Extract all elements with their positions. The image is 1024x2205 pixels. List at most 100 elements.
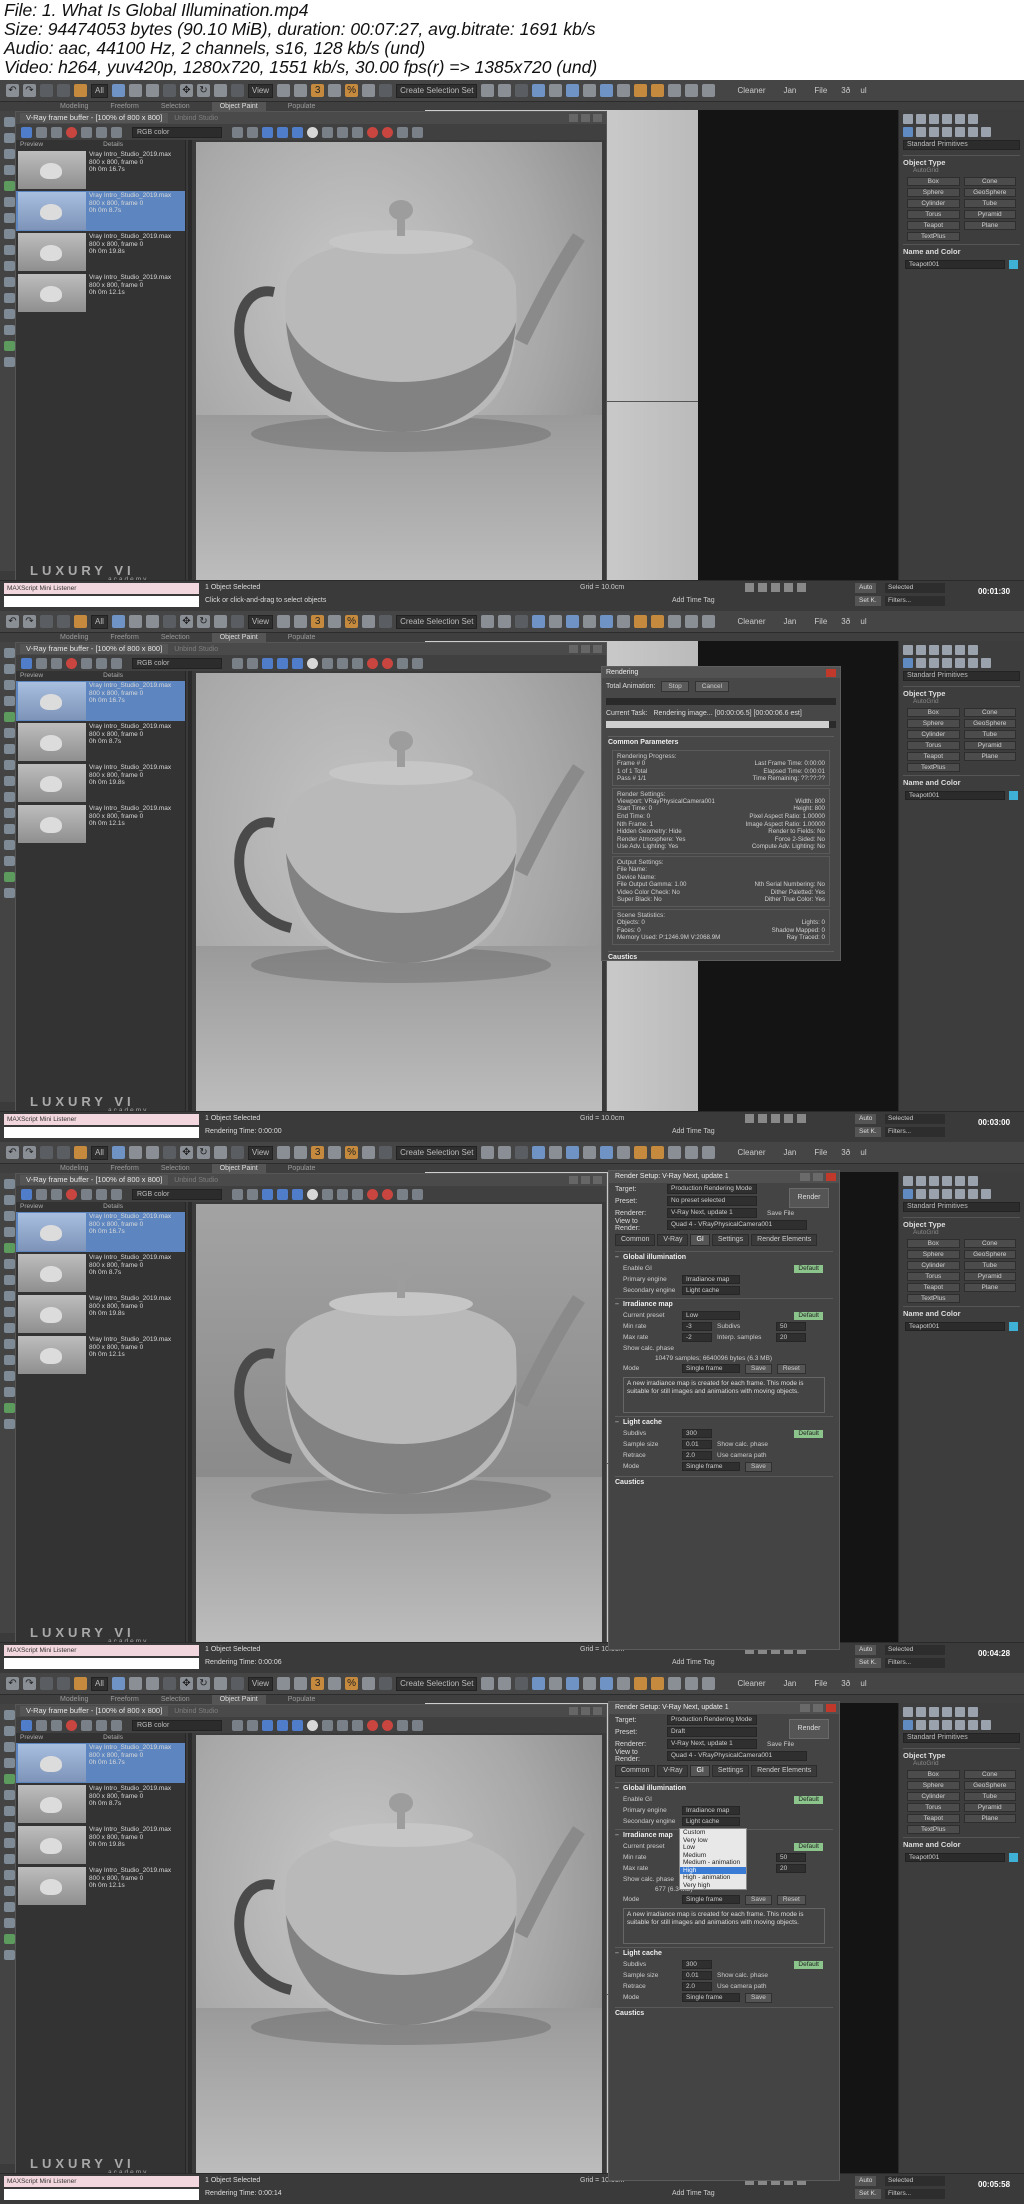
primitive-geosphere-button[interactable]: GeoSphere	[963, 1250, 1016, 1259]
display-icon[interactable]	[3, 1243, 15, 1253]
primitive-box-button[interactable]: Box	[907, 708, 960, 717]
percent-snap-icon[interactable]: %	[345, 615, 359, 628]
primitive-box-button[interactable]: Box	[907, 1239, 960, 1248]
stop-render-icon[interactable]	[367, 657, 378, 669]
geometry-icon[interactable]	[903, 658, 913, 668]
primitive-torus-button[interactable]: Torus	[907, 741, 960, 750]
vray-toolbar-icon-1[interactable]	[668, 1677, 682, 1690]
edit-named-selection-icon[interactable]	[379, 1677, 393, 1690]
angle-snap-icon[interactable]	[328, 1146, 342, 1159]
lights-cat-icon[interactable]	[929, 1720, 939, 1730]
channel-icon-2[interactable]	[247, 657, 258, 669]
maxscript-listener[interactable]: MAXScript Mini Listener	[4, 583, 199, 594]
interp-samples-spinner[interactable]: 20	[776, 1864, 806, 1873]
maxscript-listener-output[interactable]	[4, 596, 199, 607]
unlink-icon[interactable]	[57, 1677, 70, 1690]
maxscript-listener-output[interactable]	[4, 2189, 199, 2200]
align-icon[interactable]	[498, 615, 512, 628]
render-iterative-icon[interactable]	[651, 1677, 665, 1690]
vray-toolbar-icon-2[interactable]	[685, 1677, 699, 1690]
toggle-ribbon-icon[interactable]	[532, 615, 546, 628]
create-tab-icon[interactable]	[903, 114, 913, 124]
red-channel-icon[interactable]	[66, 1188, 77, 1200]
mono-icon[interactable]	[322, 1188, 333, 1200]
selection-filter-dropdown[interactable]: All	[91, 83, 108, 98]
mirror-icon[interactable]	[481, 1146, 495, 1159]
subdivs-spinner[interactable]: 50	[776, 1322, 806, 1331]
maxscript-listener[interactable]: MAXScript Mini Listener	[4, 1645, 199, 1656]
systems-icon[interactable]	[981, 1189, 991, 1199]
primitive-plane-button[interactable]: Plane	[963, 752, 1016, 761]
max-rate-spinner[interactable]: -2	[682, 1333, 712, 1342]
close-icon[interactable]	[593, 645, 602, 653]
name-and-color-rollout[interactable]: Name and Color	[903, 1306, 1020, 1318]
play-icon[interactable]	[771, 1114, 780, 1123]
object-type-rollout[interactable]: Object Type	[903, 155, 1020, 167]
light-cache-title[interactable]: Light cache	[615, 1417, 833, 1428]
close-icon[interactable]	[593, 1176, 602, 1184]
channel-icon-1[interactable]	[232, 657, 243, 669]
ab-compare-icon[interactable]	[96, 657, 107, 669]
lens-effects-icon[interactable]	[111, 1719, 122, 1731]
undo-icon[interactable]: ↶	[6, 1146, 19, 1159]
history-item[interactable]: Vray Intro_Studio_2019.max 800 x 800, fra…	[16, 681, 185, 721]
vray-toolbar-icon-3[interactable]	[702, 1146, 716, 1159]
retrace-spinner[interactable]: 2.0	[682, 1982, 712, 1991]
bind-space-warp-icon[interactable]	[74, 84, 87, 97]
toggle-ribbon-icon[interactable]	[532, 1146, 546, 1159]
save-image-icon[interactable]	[36, 126, 47, 138]
filter-icon[interactable]	[3, 840, 15, 850]
primitive-pyramid-button[interactable]: Pyramid	[963, 1803, 1016, 1812]
tab-common[interactable]: Common	[615, 1234, 656, 1246]
link-icon[interactable]	[40, 1146, 53, 1159]
tab-v-ray[interactable]: V-Ray	[657, 1234, 689, 1246]
utilities-tab-icon[interactable]	[968, 645, 978, 655]
preset-option[interactable]: High	[680, 1866, 746, 1874]
hierarchy-icon[interactable]	[3, 149, 15, 159]
use-camera-path-checkbox[interactable]: Use camera path	[717, 1983, 771, 1990]
render-iterative-icon[interactable]	[651, 1146, 665, 1159]
primitive-pyramid-button[interactable]: Pyramid	[963, 741, 1016, 750]
renderer-dropdown[interactable]: V-Ray Next, update 1	[667, 1208, 757, 1218]
primitive-teapot-button[interactable]: Teapot	[907, 752, 960, 761]
preset-option[interactable]: Custom	[680, 1829, 746, 1837]
lc-show-calc-checkbox[interactable]: Show calc. phase	[717, 1441, 771, 1448]
secondary-engine-dropdown[interactable]: Light cache	[682, 1817, 740, 1826]
unlink-icon[interactable]	[57, 1146, 70, 1159]
render-production-icon[interactable]	[634, 1677, 648, 1690]
ribbon-tab-selection[interactable]: Selection	[161, 102, 190, 111]
layer-explorer-icon[interactable]	[515, 615, 529, 628]
white-dot-icon[interactable]	[307, 1188, 318, 1200]
space-warps-icon[interactable]	[968, 127, 978, 137]
rectangular-selection-icon[interactable]	[145, 84, 159, 97]
min-rate-spinner[interactable]: -3	[682, 1322, 712, 1331]
channel-icon-4[interactable]	[277, 126, 288, 138]
lights-icon[interactable]	[3, 1403, 15, 1413]
save-file-checkbox[interactable]: Save File	[767, 1741, 794, 1748]
renderer-dropdown[interactable]: V-Ray Next, update 1	[667, 1739, 757, 1749]
snap-toggle-icon[interactable]: 3	[311, 1146, 325, 1159]
add-time-tag[interactable]: Add Time Tag	[672, 1128, 715, 1135]
gi-default-badge[interactable]: Default	[794, 1795, 823, 1804]
set-key-button[interactable]: Set K.	[855, 596, 881, 606]
primitive-geosphere-button[interactable]: GeoSphere	[963, 719, 1016, 728]
add-time-tag[interactable]: Add Time Tag	[672, 1659, 715, 1666]
mode-dropdown[interactable]: Single frame	[682, 1364, 740, 1373]
stop-render-icon[interactable]	[367, 1719, 378, 1731]
ribbon-tab-modeling[interactable]: Modeling	[60, 102, 88, 111]
hide-icon[interactable]	[3, 277, 15, 287]
primitive-plane-button[interactable]: Plane	[963, 1283, 1016, 1292]
set-key-button[interactable]: Set K.	[855, 1127, 881, 1137]
hierarchy-tab-icon[interactable]	[929, 645, 939, 655]
compare-icon[interactable]	[81, 126, 92, 138]
add-time-tag[interactable]: Add Time Tag	[672, 597, 715, 604]
angle-snap-icon[interactable]	[328, 84, 342, 97]
shapes-icon[interactable]	[916, 1189, 926, 1199]
maximize-icon[interactable]	[581, 114, 590, 122]
file-menu[interactable]: File	[814, 1679, 827, 1688]
region-icon[interactable]	[337, 1719, 348, 1731]
ribbon-tab-freeform[interactable]: Freeform	[110, 1164, 138, 1173]
angle-snap-icon[interactable]	[328, 1677, 342, 1690]
gi-default-badge[interactable]: Default	[794, 1264, 823, 1273]
vray-toolbar-icon-3[interactable]	[702, 84, 716, 97]
